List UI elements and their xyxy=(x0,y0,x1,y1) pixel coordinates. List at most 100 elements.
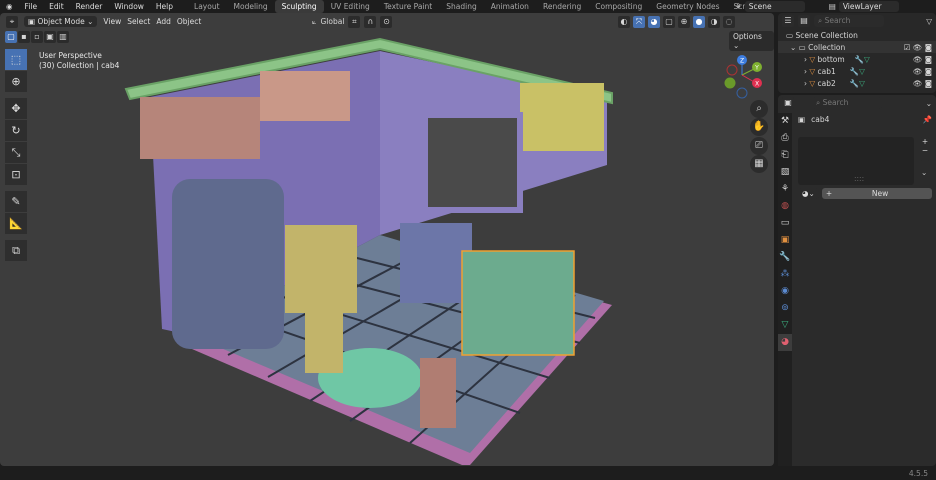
select-invert-icon[interactable]: ▣ xyxy=(44,31,56,43)
new-material-button[interactable]: + New xyxy=(821,188,932,199)
physics-tab-icon[interactable]: ◉ xyxy=(778,283,792,300)
menu-select[interactable]: Select xyxy=(127,17,150,26)
view-layer-tab-icon[interactable]: ▧ xyxy=(778,164,792,181)
menu-add[interactable]: Add xyxy=(156,17,171,26)
rotate-icon[interactable]: ↻ xyxy=(5,120,27,141)
editor-type-icon[interactable]: ⌖ xyxy=(6,15,18,28)
world-tab-icon[interactable]: ◍ xyxy=(778,198,792,215)
collection-row[interactable]: ⌄ ▭ Collection ☑ 👁 ◙ xyxy=(778,41,936,53)
modifier-tab-icon[interactable]: 🔧 xyxy=(778,249,792,266)
snap-icon[interactable]: ∩ xyxy=(364,15,377,28)
scene-tab-icon[interactable]: ⚘ xyxy=(778,181,792,198)
tab-rendering[interactable]: Rendering xyxy=(536,0,588,13)
menu-file[interactable]: File xyxy=(19,2,44,11)
pivot-icon[interactable]: ⌗ xyxy=(348,15,361,28)
slot-add-remove-buttons[interactable]: + − xyxy=(919,137,931,161)
select-subtract-icon[interactable]: ▫ xyxy=(31,31,43,43)
render-tab-icon[interactable]: ⎙ xyxy=(778,130,792,147)
gizmo-toggle-icon[interactable]: ⤧ xyxy=(633,15,645,28)
properties-search[interactable]: ⌕ Search xyxy=(812,97,882,109)
menu-edit[interactable]: Edit xyxy=(43,2,70,11)
visibility-icons[interactable]: ☑ 👁 ◙ xyxy=(904,43,936,52)
neg-x-axis-icon[interactable] xyxy=(726,64,738,76)
particles-tab-icon[interactable]: ⁂ xyxy=(778,266,792,283)
outliner-item-cab2[interactable]: › ▽ cab2 🔧 ▽ 👁 ◙ xyxy=(778,77,936,89)
outliner-search[interactable]: ⌕ Search xyxy=(814,15,884,27)
neg-y-axis-icon[interactable] xyxy=(724,77,736,89)
constraints-tab-icon[interactable]: ⊚ xyxy=(778,300,792,317)
tab-compositing[interactable]: Compositing xyxy=(588,0,649,13)
navigation-gizmo[interactable]: Z Y X xyxy=(722,53,768,99)
tab-sculpting[interactable]: Sculpting xyxy=(274,0,324,13)
display-mode-icon[interactable]: ▤ xyxy=(798,15,810,27)
object-tab-icon[interactable]: ▣ xyxy=(778,232,792,249)
select-extend-icon[interactable]: ▪ xyxy=(18,31,30,43)
outliner-editor-type-icon[interactable]: ☰ xyxy=(782,15,794,27)
material-shading-icon[interactable]: ◑ xyxy=(708,15,720,28)
xray-icon[interactable]: ▢ xyxy=(663,15,675,28)
blender-logo-icon[interactable]: ◉ xyxy=(0,2,19,11)
tab-modeling[interactable]: Modeling xyxy=(227,0,275,13)
tab-texture-paint[interactable]: Texture Paint xyxy=(377,0,439,13)
outliner-item-cab1[interactable]: › ▽ cab1 🔧 ▽ 👁 ◙ xyxy=(778,65,936,77)
mode-dropdown[interactable]: ▣ Object Mode ⌄ xyxy=(24,16,98,27)
output-tab-icon[interactable]: ⎗ xyxy=(778,147,792,164)
tab-layout[interactable]: Layout xyxy=(187,0,227,13)
perspective-toggle-icon[interactable]: ▦ xyxy=(750,155,768,173)
resize-handle-icon[interactable]: :::: xyxy=(854,174,864,183)
scene-icon[interactable]: ⚘ xyxy=(735,2,742,11)
menu-object[interactable]: Object xyxy=(177,17,201,26)
proportional-edit-icon[interactable]: ⊙ xyxy=(380,15,393,28)
data-tab-icon[interactable]: ▽ xyxy=(778,317,792,334)
pan-hand-icon[interactable]: ✋ xyxy=(750,118,768,136)
measure-icon[interactable]: 📐 xyxy=(5,213,27,234)
visibility-icons[interactable]: 👁 ◙ xyxy=(913,55,936,64)
selected-cabinet[interactable] xyxy=(461,250,575,356)
visibility-icons[interactable]: 👁 ◙ xyxy=(913,79,936,88)
visibility-icons[interactable]: 👁 ◙ xyxy=(913,67,936,76)
rendered-shading-icon[interactable]: ◌ xyxy=(723,15,735,28)
menu-help[interactable]: Help xyxy=(150,2,179,11)
menu-render[interactable]: Render xyxy=(70,2,109,11)
outliner-item-bottom[interactable]: › ▽ bottom 🔧 ▽ 👁 ◙ xyxy=(778,53,936,65)
expand-icon[interactable]: ⌄ xyxy=(790,43,799,52)
material-slot-list[interactable]: :::: xyxy=(798,137,914,185)
select-new-icon[interactable]: ▢ xyxy=(5,31,17,43)
select-intersect-icon[interactable]: ▥ xyxy=(57,31,69,43)
pin-icon[interactable]: 📌 xyxy=(923,115,932,124)
material-tab-icon[interactable]: ◕ xyxy=(778,334,792,351)
neg-z-axis-icon[interactable] xyxy=(736,87,748,99)
filter-icon[interactable]: ▽ xyxy=(926,17,932,26)
slot-specials-chevron-icon[interactable]: ⌄ xyxy=(921,168,927,177)
move-icon[interactable]: ✥ xyxy=(5,98,27,119)
tab-geometry-nodes[interactable]: Geometry Nodes xyxy=(649,0,726,13)
solid-shading-icon[interactable]: ● xyxy=(693,15,705,28)
wireframe-shading-icon[interactable]: ⊕ xyxy=(678,15,690,28)
add-cube-icon[interactable]: ⧉ xyxy=(5,240,27,261)
properties-editor-type-icon[interactable]: ▣ xyxy=(782,97,794,109)
tab-shading[interactable]: Shading xyxy=(439,0,483,13)
annotate-icon[interactable]: ✎ xyxy=(5,191,27,212)
select-box-icon[interactable]: ⬚ xyxy=(5,49,27,70)
tool-tab-icon[interactable]: ⚒ xyxy=(778,113,792,130)
orientation-dropdown[interactable]: Global xyxy=(321,17,345,26)
scene-collection-row[interactable]: ▭ Scene Collection xyxy=(778,29,936,41)
zoom-icon[interactable]: ⌕ xyxy=(750,100,768,118)
options-dropdown[interactable]: Options ⌄ xyxy=(729,31,774,51)
transform-icon[interactable]: ⊡ xyxy=(5,164,27,185)
overlay-toggle-icon[interactable]: ◕ xyxy=(648,15,660,28)
camera-view-icon[interactable]: ⎚ xyxy=(750,137,768,155)
menu-view[interactable]: View xyxy=(103,17,121,26)
options-chevron-icon[interactable]: ⌄ xyxy=(926,99,932,108)
tab-uv-editing[interactable]: UV Editing xyxy=(324,0,377,13)
view-layer-selector[interactable]: ViewLayer xyxy=(838,1,899,12)
3d-viewport[interactable]: ⌖ ▣ Object Mode ⌄ View Select Add Object… xyxy=(0,13,774,466)
view-layer-icon[interactable]: ▤ xyxy=(829,2,836,11)
menu-window[interactable]: Window xyxy=(108,2,150,11)
tab-animation[interactable]: Animation xyxy=(484,0,536,13)
scene-selector[interactable]: Scene xyxy=(744,1,805,12)
visibility-icon[interactable]: ◐ xyxy=(618,15,630,28)
collection-tab-icon[interactable]: ▭ xyxy=(778,215,792,232)
transform-orientation-icon[interactable]: ⟀ xyxy=(312,17,317,27)
browse-material-icon[interactable]: ◕⌄ xyxy=(798,188,819,199)
